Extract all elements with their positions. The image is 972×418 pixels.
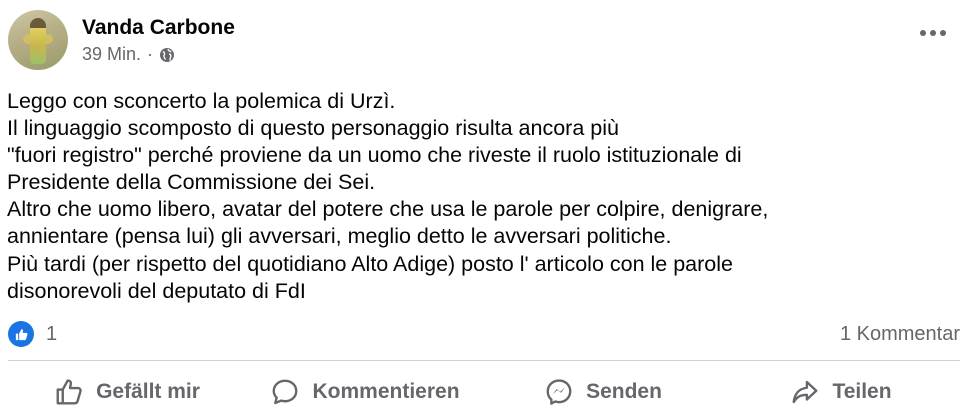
author-name[interactable]: Vanda Carbone — [82, 15, 235, 41]
post-line: Altro che uomo libero, avatar del potere… — [7, 197, 769, 222]
send-button[interactable]: Senden — [484, 366, 722, 418]
globe-icon[interactable] — [159, 47, 175, 63]
post-actions: Gefällt mir Kommentieren Senden Teilen — [8, 366, 960, 418]
post-stats: 1 1 Kommentar — [8, 320, 960, 348]
post-line: disonorevoli del deputato di FdI — [7, 278, 306, 303]
comment-count-link[interactable]: 1 Kommentar — [840, 323, 960, 346]
post-line: annientare (pensa lui) gli avversari, me… — [7, 224, 672, 249]
like-reaction-icon — [8, 321, 34, 347]
post-line: Leggo con sconcerto la polemica di Urzì. — [7, 89, 396, 113]
post-line: Presidente della Commissione dei Sei. — [7, 170, 376, 195]
speech-bubble-icon — [273, 379, 298, 405]
avatar[interactable] — [8, 10, 68, 70]
share-button[interactable]: Teilen — [722, 366, 960, 418]
reactions-summary[interactable]: 1 — [8, 321, 57, 347]
divider — [8, 360, 960, 361]
share-arrow-icon — [793, 380, 818, 404]
share-button-label: Teilen — [832, 380, 892, 403]
send-button-label: Senden — [586, 380, 662, 403]
post-header: Vanda Carbone 39 Min. · — [8, 10, 235, 70]
post-subline: 39 Min. · — [82, 44, 235, 65]
post-text: Leggo con sconcerto la polemica di Urzì.… — [7, 88, 957, 305]
thumbs-up-icon — [56, 379, 82, 405]
comment-button-label: Kommentieren — [312, 380, 460, 403]
separator-dot: · — [147, 44, 154, 64]
reaction-count: 1 — [46, 322, 58, 345]
post-timestamp[interactable]: 39 Min. — [82, 44, 141, 65]
more-options-icon[interactable] — [920, 30, 946, 36]
messenger-icon — [546, 379, 572, 405]
post-line: Il linguaggio scomposto di questo person… — [7, 116, 619, 141]
like-button[interactable]: Gefällt mir — [8, 366, 246, 418]
comment-button[interactable]: Kommentieren — [246, 366, 484, 418]
like-button-label: Gefällt mir — [96, 380, 200, 403]
post-line: Più tardi (per rispetto del quotidiano A… — [7, 251, 733, 276]
post-meta: Vanda Carbone 39 Min. · — [82, 15, 235, 65]
post-line: "fuori registro" perché proviene da un u… — [7, 143, 742, 168]
